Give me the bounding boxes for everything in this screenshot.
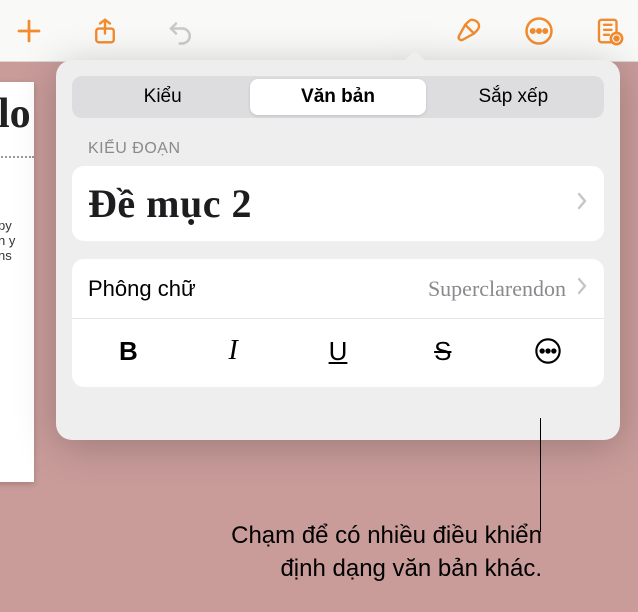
top-toolbar xyxy=(0,0,638,62)
underline-button[interactable]: U xyxy=(314,331,362,371)
tab-text[interactable]: Văn bản xyxy=(250,79,425,115)
format-brush-icon[interactable] xyxy=(452,14,486,48)
italic-button[interactable]: I xyxy=(209,331,257,371)
callout-leader-line xyxy=(540,418,541,532)
format-popover: Kiểu Văn bản Sắp xếp KIỂU ĐOẠN Đề mục 2 … xyxy=(56,60,620,440)
paragraph-style-name: Đề mục 2 xyxy=(88,180,576,227)
add-icon[interactable] xyxy=(12,14,46,48)
doc-title-fragment: lo xyxy=(0,92,34,152)
toolbar-right xyxy=(452,14,626,48)
more-icon[interactable] xyxy=(522,14,556,48)
text-style-buttons: B I U S xyxy=(72,319,604,387)
callout-text: Chạm để có nhiều điều khiển định dạng vă… xyxy=(0,519,638,586)
font-value: Superclarendon xyxy=(196,276,576,302)
presenter-icon[interactable] xyxy=(592,14,626,48)
font-label: Phông chữ xyxy=(88,276,196,302)
paragraph-style-section-label: KIỂU ĐOẠN xyxy=(72,140,604,158)
paragraph-style-row[interactable]: Đề mục 2 xyxy=(72,166,604,241)
share-icon[interactable] xyxy=(88,14,122,48)
popover-tabs: Kiểu Văn bản Sắp xếp xyxy=(72,76,604,118)
chevron-right-icon xyxy=(576,191,588,216)
bold-button[interactable]: B xyxy=(104,331,152,371)
undo-icon[interactable] xyxy=(164,14,198,48)
chevron-right-icon xyxy=(576,276,588,301)
font-row[interactable]: Phông chữ Superclarendon xyxy=(72,259,604,319)
tab-style[interactable]: Kiểu xyxy=(75,79,250,115)
font-card: Phông chữ Superclarendon B I U S xyxy=(72,259,604,387)
toolbar-left xyxy=(12,14,198,48)
document-page-edge: lo py n y ns xyxy=(0,82,34,482)
strikethrough-button[interactable]: S xyxy=(419,331,467,371)
paragraph-style-card: Đề mục 2 xyxy=(72,166,604,241)
more-text-options-button[interactable] xyxy=(524,331,572,371)
tab-arrange[interactable]: Sắp xếp xyxy=(426,79,601,115)
popover-arrow xyxy=(400,49,430,64)
